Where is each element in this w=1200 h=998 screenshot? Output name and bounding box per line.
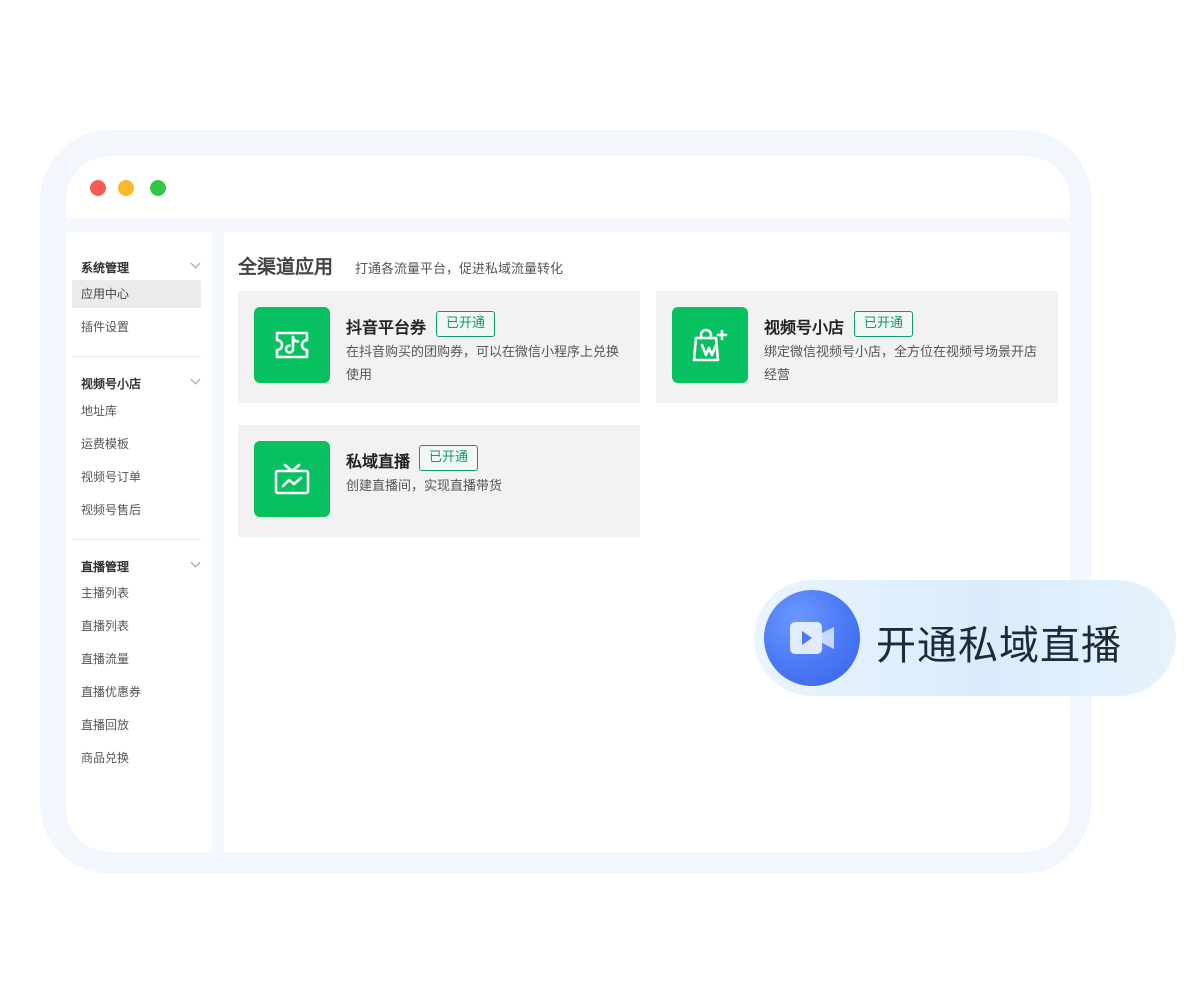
cta-label: 开通私域直播 <box>876 623 1122 669</box>
video-camera-icon <box>764 590 860 686</box>
sidebar-item-channels-orders[interactable]: 视频号订单 <box>72 463 201 491</box>
chevron-down-icon[interactable] <box>190 557 201 568</box>
tv-icon <box>254 441 330 517</box>
sidebar-item-channels-after-sales[interactable]: 视频号售后 <box>72 496 201 524</box>
chevron-down-icon[interactable] <box>190 374 201 385</box>
sidebar-item-address-book[interactable]: 地址库 <box>72 397 201 425</box>
title-bar <box>66 156 1070 218</box>
app-window: 系统管理 应用中心 插件设置 视频号小店 地址库 运费模板 视频号订单 视频号售… <box>66 156 1070 852</box>
chevron-down-icon[interactable] <box>190 258 201 269</box>
sidebar-item-shipping-template[interactable]: 运费模板 <box>72 430 201 458</box>
sidebar-group-channels-shop-title[interactable]: 视频号小店 <box>81 375 141 392</box>
sidebar-item-live-traffic[interactable]: 直播流量 <box>72 645 201 673</box>
maximize-window-button[interactable] <box>150 180 166 196</box>
close-window-button[interactable] <box>90 180 106 196</box>
card-description: 绑定微信视频号小店，全方位在视频号场景开店经营 <box>764 345 1038 383</box>
sidebar-group-live-title[interactable]: 直播管理 <box>81 558 129 575</box>
sidebar-divider <box>72 539 201 540</box>
card-title: 抖音平台券 <box>346 318 427 337</box>
app-card-channels-shop[interactable]: 视频号小店 已开通 绑定微信视频号小店，全方位在视频号场景开店经营 <box>656 291 1058 403</box>
minimize-window-button[interactable] <box>118 180 134 196</box>
card-title: 私域直播 <box>346 452 411 471</box>
status-badge: 已开通 <box>436 311 496 337</box>
sidebar-item-live-replay[interactable]: 直播回放 <box>72 711 201 739</box>
sidebar-item-live-list[interactable]: 直播列表 <box>72 612 201 640</box>
main-content: 全渠道应用 打通各流量平台，促进私域流量转化 抖音平台券 已开通 在抖音购买的团… <box>224 232 1070 852</box>
sidebar: 系统管理 应用中心 插件设置 视频号小店 地址库 运费模板 视频号订单 视频号售… <box>66 232 212 852</box>
sidebar-item-streamer-list[interactable]: 主播列表 <box>72 579 201 607</box>
status-badge: 已开通 <box>419 445 479 471</box>
page-title: 全渠道应用 <box>238 256 334 278</box>
open-private-live-button[interactable]: 开通私域直播 <box>754 580 1176 696</box>
sidebar-item-live-coupons[interactable]: 直播优惠券 <box>72 678 201 706</box>
page-subtitle: 打通各流量平台，促进私域流量转化 <box>355 262 564 277</box>
ticket-icon <box>254 307 330 383</box>
app-card-douyin-coupon[interactable]: 抖音平台券 已开通 在抖音购买的团购券，可以在微信小程序上兑换使用 <box>238 291 640 403</box>
sidebar-item-app-center[interactable]: 应用中心 <box>72 280 201 308</box>
sidebar-group-system-title[interactable]: 系统管理 <box>81 259 129 276</box>
card-description: 在抖音购买的团购券，可以在微信小程序上兑换使用 <box>346 345 620 383</box>
sidebar-item-plugin-settings[interactable]: 插件设置 <box>72 313 201 341</box>
card-title: 视频号小店 <box>764 318 845 337</box>
shopping-bag-icon <box>672 307 748 383</box>
app-card-private-live[interactable]: 私域直播 已开通 创建直播间，实现直播带货 <box>238 425 640 537</box>
card-description: 创建直播间，实现直播带货 <box>346 479 503 494</box>
sidebar-item-product-exchange[interactable]: 商品兑换 <box>72 744 201 772</box>
sidebar-divider <box>72 356 201 357</box>
status-badge: 已开通 <box>854 311 914 337</box>
